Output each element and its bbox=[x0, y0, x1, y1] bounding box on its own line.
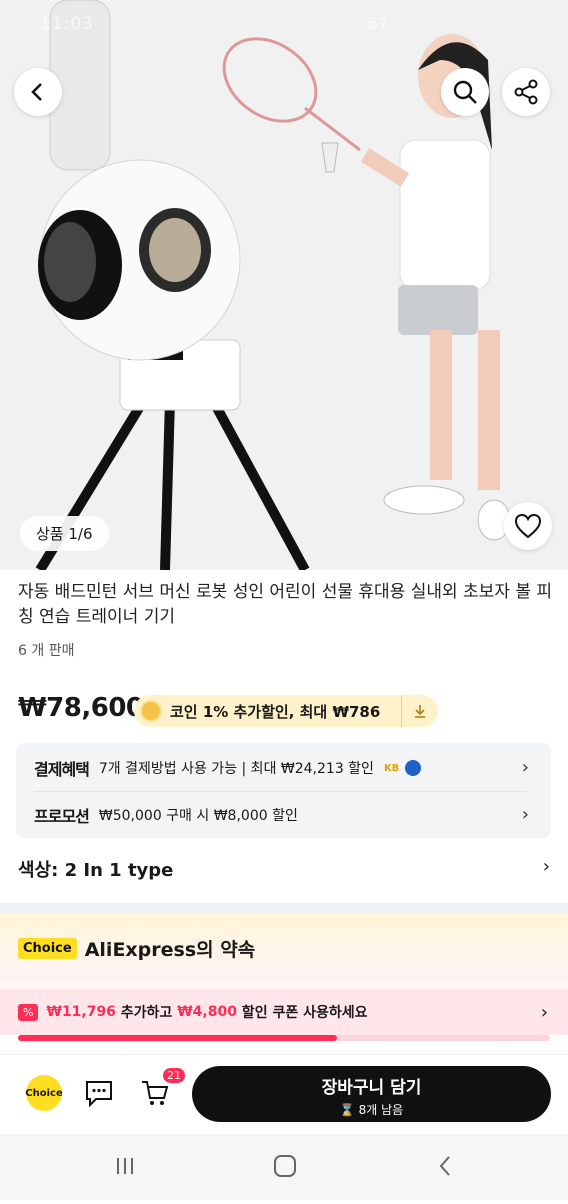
coin-download-button[interactable] bbox=[401, 695, 438, 727]
card-logo-icon: KB bbox=[383, 762, 400, 774]
share-icon bbox=[514, 79, 538, 105]
promotion-row[interactable]: 프로모션 ₩50,000 구매 시 ₩8,000 할인 bbox=[34, 792, 534, 838]
color-option-label: 색상: 2 In 1 type bbox=[18, 860, 174, 881]
coupon-progress-bar bbox=[18, 1035, 550, 1041]
recent-apps-icon[interactable] bbox=[117, 1158, 133, 1174]
section-divider bbox=[0, 903, 568, 913]
payment-label: 결제혜택 bbox=[34, 760, 90, 779]
cart-count-badge: 21 bbox=[162, 1067, 186, 1084]
coupon-end-text: 할인 쿠폰 사용하세요 bbox=[236, 1005, 368, 1021]
coupon-mid-text: 추가하고 bbox=[115, 1005, 178, 1021]
chat-button[interactable] bbox=[84, 1079, 114, 1111]
promotion-label: 프로모션 bbox=[34, 807, 90, 826]
choice-title: AliExpress의 약속 bbox=[84, 939, 256, 961]
payment-text: 7개 결제방법 사용 가능 | 최대 ₩24,213 할인 bbox=[98, 761, 374, 777]
add-to-cart-button[interactable]: 장바구니 담기 ⌛ 8개 남음 bbox=[192, 1066, 551, 1122]
bottom-action-bar: Choice 21 장바구니 담기 ⌛ 8개 남음 bbox=[0, 1054, 568, 1135]
product-price: ₩78,600 bbox=[18, 693, 144, 723]
chevron-right-icon: › bbox=[542, 856, 550, 877]
coin-discount-pill[interactable]: 코인 1% 추가할인, 최대 ₩786 bbox=[134, 695, 438, 727]
promotion-text: ₩50,000 구매 시 ₩8,000 할인 bbox=[98, 808, 298, 824]
coupon-amount-2: ₩4,800 bbox=[177, 1004, 237, 1020]
color-option-row[interactable]: 색상: 2 In 1 type › bbox=[18, 856, 550, 882]
search-icon bbox=[453, 80, 477, 104]
coin-discount-text: 코인 1% 추가할인, 최대 ₩786 bbox=[170, 702, 381, 721]
status-time: 11:03 bbox=[40, 14, 94, 34]
search-button[interactable] bbox=[441, 68, 489, 116]
add-to-cart-label: 장바구니 담기 bbox=[321, 1078, 422, 1098]
wishlist-button[interactable] bbox=[504, 502, 552, 550]
heart-icon bbox=[514, 513, 542, 539]
image-counter: 상품 1/6 bbox=[20, 516, 109, 551]
coupon-amount-1: ₩11,796 bbox=[46, 1004, 116, 1020]
system-nav-bar bbox=[0, 1134, 568, 1200]
card-logo-icon-2 bbox=[405, 760, 422, 776]
chevron-right-icon: › bbox=[521, 757, 529, 778]
download-icon bbox=[415, 705, 425, 718]
share-button[interactable] bbox=[502, 68, 550, 116]
stock-remaining: 8개 남음 bbox=[358, 1103, 404, 1117]
back-nav-icon[interactable] bbox=[439, 1156, 450, 1176]
coupon-percent-icon: % bbox=[18, 1003, 39, 1021]
coupon-banner[interactable]: % ₩11,796 추가하고 ₩4,800 할인 쿠폰 사용하세요 › bbox=[0, 989, 568, 1035]
chevron-right-icon: › bbox=[540, 1001, 548, 1023]
product-title: 자동 배드민턴 서브 머신 로봇 성인 어린이 선물 휴대용 실내외 초보자 볼… bbox=[18, 582, 553, 627]
chevron-left-icon bbox=[31, 83, 42, 101]
benefits-box: 결제혜택 7개 결제방법 사용 가능 | 최대 ₩24,213 할인 KB › … bbox=[16, 743, 551, 838]
status-battery: 67 bbox=[367, 14, 388, 33]
chevron-right-icon: › bbox=[521, 804, 529, 825]
chat-icon bbox=[86, 1081, 112, 1108]
choice-icon[interactable]: Choice bbox=[25, 1075, 63, 1111]
home-icon[interactable] bbox=[274, 1155, 296, 1177]
cart-icon-button[interactable]: 21 bbox=[140, 1067, 186, 1111]
choice-badge: Choice bbox=[18, 938, 77, 959]
payment-benefit-row[interactable]: 결제혜택 7개 결제방법 사용 가능 | 최대 ₩24,213 할인 KB bbox=[34, 745, 534, 791]
coupon-progress-fill bbox=[18, 1035, 338, 1041]
product-image-gallery[interactable]: 11:03 67 상품 1/6 bbox=[0, 0, 568, 570]
sold-count: 6 개 판매 bbox=[18, 643, 75, 659]
back-button[interactable] bbox=[14, 68, 62, 116]
coin-icon bbox=[140, 700, 162, 722]
cart-icon bbox=[142, 1081, 169, 1105]
hourglass-icon: ⌛ bbox=[339, 1103, 355, 1117]
